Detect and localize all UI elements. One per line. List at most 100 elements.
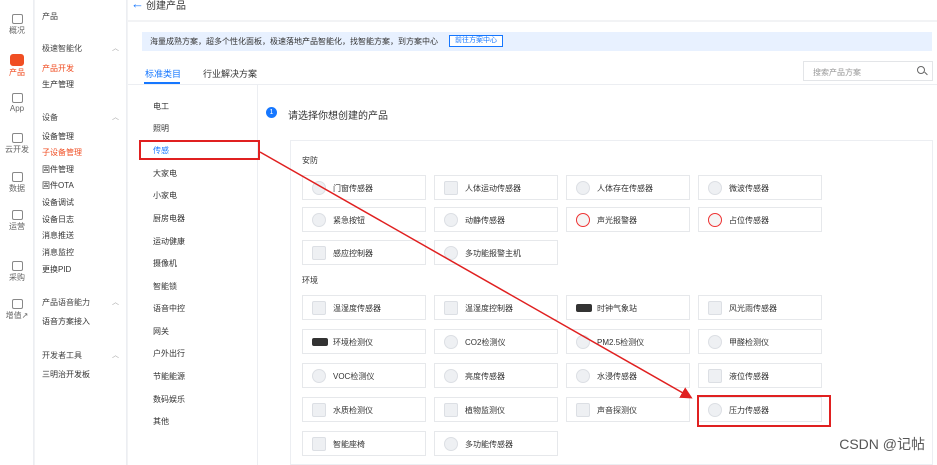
search-input[interactable] (804, 63, 914, 82)
highlight-box-sensor-category (139, 140, 260, 160)
category-item[interactable]: 小家电 (153, 190, 177, 201)
product-name: 动静传感器 (465, 216, 505, 225)
category-item[interactable]: 摄像机 (153, 258, 177, 269)
product-card[interactable]: 微波传感器 (698, 175, 822, 200)
product-card[interactable]: 水质检测仪 (302, 397, 426, 422)
product-card[interactable]: CO2检测仪 (434, 329, 558, 354)
rail-overview[interactable]: 概况 (0, 14, 34, 36)
rail-ops-label: 运营 (9, 222, 25, 231)
product-name: 门窗传感器 (333, 184, 373, 193)
category-item[interactable]: 语音中控 (153, 303, 185, 314)
product-name: 环境检测仪 (333, 338, 373, 347)
product-thumbnail (444, 369, 458, 383)
product-thumbnail (708, 335, 722, 349)
category-item[interactable]: 厨房电器 (153, 213, 185, 224)
rail-purchase[interactable]: 采购 (0, 261, 34, 283)
menu-item-device[interactable]: 固件OTA (42, 180, 74, 191)
rail-app[interactable]: App (0, 93, 34, 113)
product-card[interactable]: 智能座椅 (302, 431, 426, 456)
menu-item-device[interactable]: 消息推送 (42, 230, 74, 241)
step-number-badge: 1 (266, 107, 277, 118)
product-card[interactable]: 门窗传感器 (302, 175, 426, 200)
menu-item-device[interactable]: 设备日志 (42, 214, 74, 225)
chevron-up-icon[interactable]: ︿ (112, 297, 119, 307)
category-item[interactable]: 智能锁 (153, 281, 177, 292)
product-card[interactable]: 时钟气象站 (566, 295, 690, 320)
solution-center-button[interactable]: 前往方案中心 (449, 35, 503, 47)
category-item[interactable]: 网关 (153, 326, 169, 337)
menu-group-dev-tools[interactable]: 开发者工具 (42, 350, 82, 361)
product-card[interactable]: 紧急按钮 (302, 207, 426, 232)
menu-item-device[interactable]: 固件管理 (42, 164, 74, 175)
product-card[interactable]: VOC检测仪 (302, 363, 426, 388)
product-thumbnail (312, 301, 326, 315)
product-name: 温湿度控制器 (465, 304, 513, 313)
rail-product[interactable]: 产品 (0, 54, 34, 78)
product-card[interactable]: 多功能报警主机 (434, 240, 558, 265)
rail-ops[interactable]: 运营 (0, 210, 34, 232)
product-card[interactable]: 植物监测仪 (434, 397, 558, 422)
rail-overview-label: 概况 (9, 26, 25, 35)
product-thumbnail (576, 181, 590, 195)
menu-item-device[interactable]: 设备管理 (42, 131, 74, 142)
category-item[interactable]: 照明 (153, 123, 169, 134)
product-card[interactable]: PM2.5检测仪 (566, 329, 690, 354)
product-thumbnail (576, 213, 590, 227)
menu-item-device[interactable]: 消息监控 (42, 247, 74, 258)
product-card[interactable]: 温湿度控制器 (434, 295, 558, 320)
chevron-up-icon[interactable]: ︿ (112, 112, 119, 122)
product-card[interactable]: 液位传感器 (698, 363, 822, 388)
chevron-up-icon[interactable]: ︿ (112, 350, 119, 360)
category-item[interactable]: 电工 (153, 101, 169, 112)
product-card[interactable]: 水浸传感器 (566, 363, 690, 388)
search-icon[interactable] (917, 66, 925, 74)
product-card[interactable]: 动静传感器 (434, 207, 558, 232)
menu-item-product-dev[interactable]: 产品开发 (42, 63, 74, 74)
product-card[interactable]: 占位传感器 (698, 207, 822, 232)
product-name: 风光雨传感器 (729, 304, 777, 313)
menu-item-device[interactable]: 更换PID (42, 264, 71, 275)
category-item[interactable]: 户外出行 (153, 348, 185, 359)
category-item[interactable]: 运动健康 (153, 236, 185, 247)
rail-value-add-label: 增值↗ (5, 311, 29, 320)
product-card[interactable]: 温湿度传感器 (302, 295, 426, 320)
step-instruction: 请选择你想创建的产品 (288, 111, 388, 122)
product-card[interactable]: 风光雨传感器 (698, 295, 822, 320)
product-card[interactable]: 环境检测仪 (302, 329, 426, 354)
product-name: 时钟气象站 (597, 304, 637, 313)
category-item[interactable]: 大家电 (153, 168, 177, 179)
menu-group-fast[interactable]: 极速智能化 (42, 43, 82, 54)
product-card[interactable]: 人体运动传感器 (434, 175, 558, 200)
tab-industry-solution[interactable]: 行业解决方案 (203, 67, 257, 80)
rail-cloud[interactable]: 云开发 (0, 133, 34, 155)
product-thumbnail (576, 304, 592, 312)
product-card[interactable]: 多功能传感器 (434, 431, 558, 456)
menu-item-voice[interactable]: 语音方案接入 (42, 316, 90, 327)
rail-value-add[interactable]: 增值↗ (0, 299, 34, 321)
category-item[interactable]: 其他 (153, 416, 169, 427)
menu-item-production[interactable]: 生产管理 (42, 79, 74, 90)
product-card[interactable]: 感应控制器 (302, 240, 426, 265)
product-name: 微波传感器 (729, 184, 769, 193)
rail-data[interactable]: 数据 (0, 172, 34, 194)
category-item[interactable]: 数码娱乐 (153, 394, 185, 405)
cloud-icon (11, 133, 23, 143)
menu-group-device[interactable]: 设备 (42, 112, 58, 123)
search-box[interactable] (803, 61, 933, 82)
product-card[interactable]: 声光报警器 (566, 207, 690, 232)
menu-item-device[interactable]: 设备调试 (42, 197, 74, 208)
menu-group-voice[interactable]: 产品语音能力 (42, 297, 90, 308)
product-card[interactable]: 人体存在传感器 (566, 175, 690, 200)
diamond-icon (11, 299, 23, 309)
category-item[interactable]: 节能能源 (153, 371, 185, 382)
back-arrow-icon[interactable]: ← (131, 0, 144, 11)
menu-item-device[interactable]: 子设备管理 (42, 147, 82, 158)
product-thumbnail (312, 338, 328, 346)
product-card[interactable]: 亮度传感器 (434, 363, 558, 388)
chevron-up-icon[interactable]: ︿ (112, 43, 119, 53)
product-card[interactable]: 声音探测仪 (566, 397, 690, 422)
product-card[interactable]: 甲醛检测仪 (698, 329, 822, 354)
menu-item-sandwich-board[interactable]: 三明治开发板 (42, 369, 90, 380)
product-name: 液位传感器 (729, 372, 769, 381)
tab-standard-category[interactable]: 标准类目 (145, 67, 181, 80)
